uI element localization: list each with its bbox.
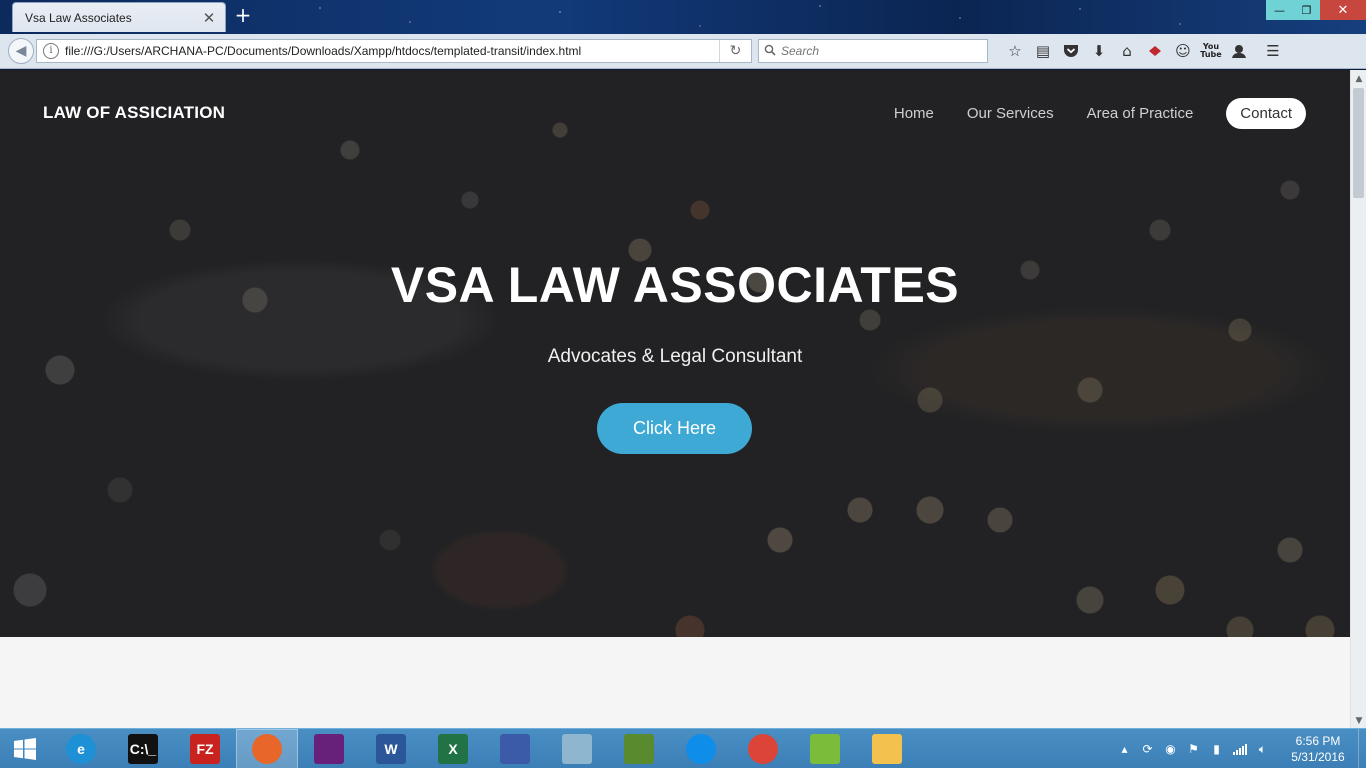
emoji-icon[interactable]: ☺ (1166, 39, 1200, 63)
firefox-icon (252, 734, 282, 764)
taskbar-app-bluestacks[interactable] (794, 729, 856, 768)
hero-subtitle: Advocates & Legal Consultant (547, 346, 803, 367)
maximize-button[interactable]: ❐ (1293, 0, 1320, 20)
taskbar-app-app-blue-doc[interactable] (484, 729, 546, 768)
click-here-button[interactable]: Click Here (597, 403, 752, 454)
security-icon[interactable]: ◉ (1159, 729, 1182, 768)
toolbar-icons: ☆ ▤ ⬇ ⌂ ☺ You Tube ☰ (998, 39, 1290, 63)
taskbar-clock[interactable]: 6:56 PM 5/31/2016 (1278, 733, 1358, 765)
app-editor-icon (624, 734, 654, 764)
window-controls: — ❐ ✕ (1266, 0, 1366, 20)
internet-explorer-icon: e (66, 734, 96, 764)
search-icon (759, 44, 781, 59)
file-explorer-icon (872, 734, 902, 764)
back-arrow-icon: ◀ (15, 43, 27, 59)
battery-icon[interactable]: ▮ (1205, 729, 1228, 768)
reload-button[interactable]: ↻ (719, 40, 751, 62)
nav-area-of-practice[interactable]: Area of Practice (1087, 105, 1194, 122)
taskbar-app-internet-explorer[interactable]: e (50, 729, 112, 768)
reload-icon: ↻ (729, 43, 742, 59)
show-hidden-icons-icon[interactable]: ▴ (1113, 729, 1136, 768)
taskbar-app-visual-studio[interactable] (298, 729, 360, 768)
visual-studio-icon (314, 734, 344, 764)
new-tab-button[interactable]: + (232, 4, 254, 26)
bookmark-star-icon[interactable]: ☆ (998, 39, 1032, 63)
site-nav: Home Our Services Area of Practice Conta… (861, 98, 1306, 129)
clock-time: 6:56 PM (1295, 734, 1341, 748)
browser-titlebar: Vsa Law Associates ✕ + — ❐ ✕ (0, 0, 1366, 34)
reading-list-icon[interactable]: ▤ (1032, 39, 1054, 63)
site-info-icon[interactable]: i (43, 43, 59, 59)
taskbar-app-file-explorer[interactable] (856, 729, 918, 768)
command-prompt-icon: C:\_ (128, 734, 158, 764)
taskbar-app-filezilla[interactable]: FZ (174, 729, 236, 768)
site-logo[interactable]: LAW OF ASSICIATION (43, 103, 225, 123)
word-icon: W (376, 734, 406, 764)
extension-icon[interactable] (1144, 39, 1166, 63)
app-notes-icon (562, 734, 592, 764)
page-viewport: LAW OF ASSICIATION Home Our Services Are… (0, 70, 1350, 728)
close-window-button[interactable]: ✕ (1320, 0, 1366, 20)
minimize-button[interactable]: — (1266, 0, 1293, 20)
download-icon[interactable]: ⬇ (1088, 39, 1110, 63)
scroll-thumb[interactable] (1353, 88, 1364, 198)
taskbar-app-app-notes[interactable] (546, 729, 608, 768)
tab-title: Vsa Law Associates (25, 10, 132, 25)
action-center-flag-icon[interactable]: ⚑ (1182, 729, 1205, 768)
youtube-label-bottom: Tube (1200, 50, 1222, 59)
account-icon[interactable] (1222, 39, 1256, 63)
taskbar-app-word[interactable]: W (360, 729, 422, 768)
windows-taskbar: e C:\_ FZ W X ▴ ⟳ ◉ ⚑ ▮ 🔈︎ 6:56 PM 5/31/2016 (0, 728, 1366, 768)
taskbar-apps: e C:\_ FZ W X (50, 729, 918, 768)
hero-title: VSA LAW ASSOCIATES (390, 257, 960, 313)
search-bar[interactable] (758, 39, 988, 63)
clock-date: 5/31/2016 (1291, 750, 1345, 764)
nav-our-services[interactable]: Our Services (967, 105, 1054, 122)
excel-icon: X (438, 734, 468, 764)
scroll-up-arrow-icon[interactable]: ▲ (1351, 72, 1366, 86)
bluestacks-icon (810, 734, 840, 764)
nav-home[interactable]: Home (894, 105, 934, 122)
taskbar-app-app-editor[interactable] (608, 729, 670, 768)
tab-close-icon[interactable]: ✕ (201, 9, 217, 27)
start-button[interactable] (0, 729, 50, 768)
windows-logo-icon (14, 738, 36, 760)
browser-toolbar: ◀ i file:///G:/Users/ARCHANA-PC/Document… (0, 34, 1366, 69)
app-blue-doc-icon (500, 734, 530, 764)
taskbar-app-command-prompt[interactable]: C:\_ (112, 729, 174, 768)
filezilla-icon: FZ (190, 734, 220, 764)
search-input[interactable] (781, 44, 981, 58)
chrome-icon (748, 734, 778, 764)
hero-section: LAW OF ASSICIATION Home Our Services Are… (0, 70, 1350, 637)
url-text[interactable]: file:///G:/Users/ARCHANA-PC/Documents/Do… (65, 44, 719, 58)
show-desktop-button[interactable] (1358, 729, 1366, 768)
browser-tab-active[interactable]: Vsa Law Associates ✕ (12, 2, 226, 32)
address-bar[interactable]: i file:///G:/Users/ARCHANA-PC/Documents/… (36, 39, 752, 63)
network-signal-icon[interactable] (1228, 729, 1251, 768)
pocket-icon[interactable] (1054, 39, 1088, 63)
menu-icon[interactable]: ☰ (1256, 39, 1290, 63)
system-tray: ▴ ⟳ ◉ ⚑ ▮ 🔈︎ 6:56 PM 5/31/2016 (1113, 729, 1366, 768)
sync-icon[interactable]: ⟳ (1136, 729, 1159, 768)
taskbar-app-chrome[interactable] (732, 729, 794, 768)
youtube-icon[interactable]: You Tube (1200, 39, 1222, 63)
scroll-down-arrow-icon[interactable]: ▼ (1351, 714, 1366, 728)
teamviewer-icon (686, 734, 716, 764)
home-icon[interactable]: ⌂ (1110, 39, 1144, 63)
volume-icon[interactable]: 🔈︎ (1251, 729, 1274, 768)
page-scrollbar[interactable]: ▲ ▼ (1350, 70, 1366, 728)
taskbar-app-teamviewer[interactable] (670, 729, 732, 768)
taskbar-app-excel[interactable]: X (422, 729, 484, 768)
nav-contact-button[interactable]: Contact (1226, 98, 1306, 129)
taskbar-app-firefox[interactable] (236, 729, 298, 768)
back-button[interactable]: ◀ (8, 38, 34, 64)
